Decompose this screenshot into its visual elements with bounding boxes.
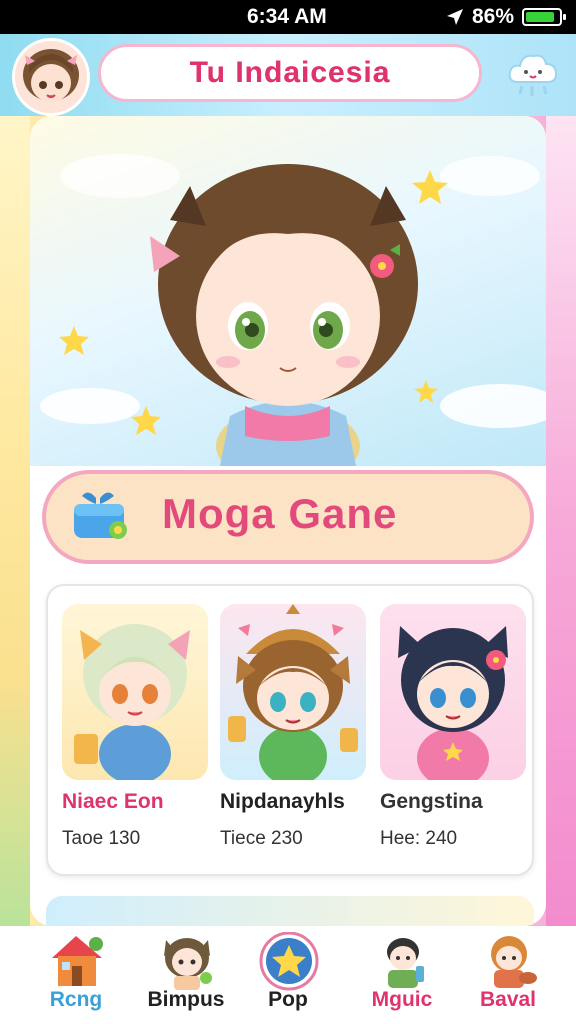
character-portrait xyxy=(380,604,526,780)
status-indicators: 86% xyxy=(446,5,566,29)
battery-level xyxy=(526,12,554,22)
battery-icon xyxy=(522,8,566,26)
character-stat: Tiece 230 xyxy=(220,828,303,849)
nav-label: Rcng xyxy=(49,988,103,1011)
character-card[interactable]: Niaec Eon Taoe 130 xyxy=(62,604,208,850)
right-scenery xyxy=(546,116,576,926)
cloud-menu-button[interactable] xyxy=(506,48,560,98)
character-portrait xyxy=(62,604,208,780)
star-badge-icon xyxy=(258,931,320,991)
character-name: Niaec Eon xyxy=(62,790,164,813)
player-avatar[interactable] xyxy=(12,38,90,116)
character-portrait xyxy=(220,604,366,780)
location-icon xyxy=(446,9,463,25)
character-art-3 xyxy=(398,626,508,780)
character-card[interactable]: Nipdanayhls Tiece 230 xyxy=(220,604,366,850)
nav-item-mguic[interactable]: Mguic xyxy=(350,926,454,1024)
nav-label: Pop xyxy=(268,988,308,1011)
cat-character-icon xyxy=(156,932,218,990)
character-card[interactable]: Gengstina Hee: 240 xyxy=(380,604,526,850)
character-selection-panel: Niaec Eon Taoe 130 Nipdanayhls Tiece 230… xyxy=(46,584,534,876)
nav-item-baval[interactable]: Baval xyxy=(456,926,560,1024)
nav-label: Baval xyxy=(479,988,537,1011)
avatar-girl-icon xyxy=(23,49,79,102)
main-card: Moga Gane Niaec Eon Taoe 130 Nipdanayhls… xyxy=(30,116,546,926)
next-card-preview xyxy=(46,896,534,926)
status-bar: 6:34 AM 86% xyxy=(0,0,576,34)
hero-character-illustration xyxy=(40,154,546,486)
hero-character-art xyxy=(30,116,546,486)
nav-item-bimpus[interactable]: Bimpus xyxy=(134,926,238,1024)
banner-title: Moga Gane xyxy=(162,490,398,537)
status-time: 6:34 AM xyxy=(247,5,327,28)
left-scenery xyxy=(0,116,30,926)
character-name: Gengstina xyxy=(380,790,483,813)
boy-character-icon xyxy=(372,932,434,990)
girl-character-icon xyxy=(478,932,540,990)
battery-percent: 86% xyxy=(471,5,514,28)
nav-label: Mguic xyxy=(371,988,433,1011)
nav-item-home[interactable]: Rcng xyxy=(24,926,128,1024)
character-name: Nipdanayhls xyxy=(220,790,345,813)
game-title: Tu Indaicesia xyxy=(98,44,482,102)
bottom-navigation: Rcng Bimpus Pop Mguic Baval xyxy=(0,926,576,1024)
nav-label: Bimpus xyxy=(147,988,225,1011)
character-art-1 xyxy=(74,624,190,780)
top-header: Tu Indaicesia xyxy=(0,34,576,116)
house-icon xyxy=(46,932,108,990)
game-mode-banner[interactable]: Moga Gane xyxy=(42,470,534,564)
character-stat: Hee: 240 xyxy=(380,828,458,849)
cloud-icon xyxy=(508,54,558,96)
nav-item-pop[interactable]: Pop xyxy=(236,926,340,1024)
character-art-2 xyxy=(228,604,358,780)
gift-box-icon xyxy=(70,488,134,546)
character-stat: Taoe 130 xyxy=(62,828,141,849)
